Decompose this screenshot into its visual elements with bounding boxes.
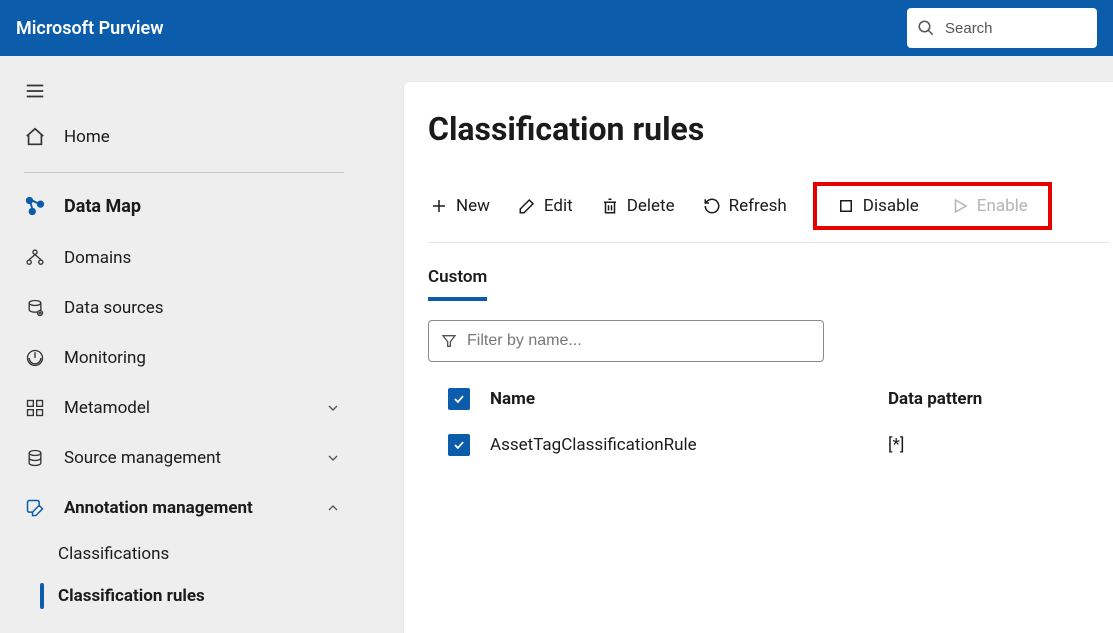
sidebar-item-label: Metamodel [64, 398, 304, 418]
sidebar-item-home[interactable]: Home [0, 112, 368, 162]
sidebar-divider [24, 172, 344, 173]
toolbar: New Edit Delete Refresh Disa [428, 176, 1109, 243]
edit-button[interactable]: Edit [516, 192, 575, 220]
delete-button[interactable]: Delete [599, 192, 677, 220]
grid-row[interactable]: AssetTagClassificationRule [*] [428, 422, 1109, 468]
tab-custom[interactable]: Custom [428, 257, 487, 301]
new-button[interactable]: New [428, 192, 492, 220]
monitoring-icon [24, 348, 46, 368]
sidebar-item-label: Monitoring [64, 348, 344, 368]
sidebar: Home Data Map Domains [0, 56, 368, 633]
sidebar-item-label: Source management [64, 448, 304, 468]
enable-button[interactable]: Enable [949, 192, 1030, 220]
page-title: Classification rules [428, 110, 1109, 148]
sidebar-item-monitoring[interactable]: Monitoring [0, 333, 368, 383]
global-search[interactable] [907, 8, 1097, 48]
home-icon [24, 126, 46, 148]
chevron-up-icon [322, 500, 344, 516]
button-label: New [456, 196, 490, 216]
sidebar-subitem-label: Classifications [58, 544, 169, 564]
annotation-management-icon [24, 498, 46, 518]
data-sources-icon [24, 298, 46, 318]
column-header-pattern[interactable]: Data pattern [888, 389, 1109, 409]
search-input[interactable] [945, 20, 1087, 37]
sidebar-subitem-classifications[interactable]: Classifications [0, 533, 368, 575]
sidebar-item-label: Annotation management [64, 498, 304, 518]
filter-icon [441, 333, 457, 349]
sidebar-item-annotation-management[interactable]: Annotation management [0, 483, 368, 533]
row-name: AssetTagClassificationRule [490, 435, 888, 455]
sidebar-item-label: Domains [64, 248, 344, 268]
sidebar-item-domains[interactable]: Domains [0, 233, 368, 283]
sidebar-item-label: Home [64, 127, 344, 147]
row-checkbox[interactable] [448, 434, 470, 456]
disable-button[interactable]: Disable [835, 192, 921, 220]
column-header-name[interactable]: Name [490, 389, 888, 409]
button-label: Delete [627, 196, 675, 216]
sidebar-item-label: Data sources [64, 298, 344, 318]
disable-enable-callout: Disable Enable [813, 182, 1052, 230]
refresh-button[interactable]: Refresh [701, 192, 789, 220]
filter-box[interactable] [428, 320, 824, 362]
button-label: Refresh [729, 196, 787, 216]
rules-grid: Name Data pattern AssetTagClassification… [428, 376, 1109, 468]
row-pattern: [*] [888, 435, 1109, 455]
sidebar-section-data-map[interactable]: Data Map [0, 179, 368, 233]
sidebar-item-metamodel[interactable]: Metamodel [0, 383, 368, 433]
filter-input[interactable] [467, 332, 811, 350]
sidebar-section-label: Data Map [64, 196, 141, 217]
search-icon [917, 19, 935, 37]
select-all-checkbox[interactable] [448, 388, 470, 410]
metamodel-icon [24, 398, 46, 418]
sidebar-item-data-sources[interactable]: Data sources [0, 283, 368, 333]
top-bar: Microsoft Purview [0, 0, 1113, 56]
brand-title: Microsoft Purview [16, 18, 164, 39]
sidebar-subitem-label: Classification rules [58, 586, 205, 606]
chevron-down-icon [322, 450, 344, 466]
main-area: Classification rules New Edit Delete Ref… [368, 56, 1113, 633]
button-label: Edit [544, 196, 573, 216]
grid-header: Name Data pattern [428, 376, 1109, 422]
sidebar-subitem-classification-rules[interactable]: Classification rules [0, 575, 368, 617]
button-label: Enable [977, 196, 1028, 216]
tabs: Custom [428, 257, 1109, 302]
domains-icon [24, 248, 46, 268]
data-map-icon [24, 194, 46, 218]
sidebar-item-source-management[interactable]: Source management [0, 433, 368, 483]
button-label: Disable [863, 196, 919, 216]
source-management-icon [24, 448, 46, 468]
chevron-down-icon [322, 400, 344, 416]
hamburger-button[interactable] [0, 66, 368, 112]
